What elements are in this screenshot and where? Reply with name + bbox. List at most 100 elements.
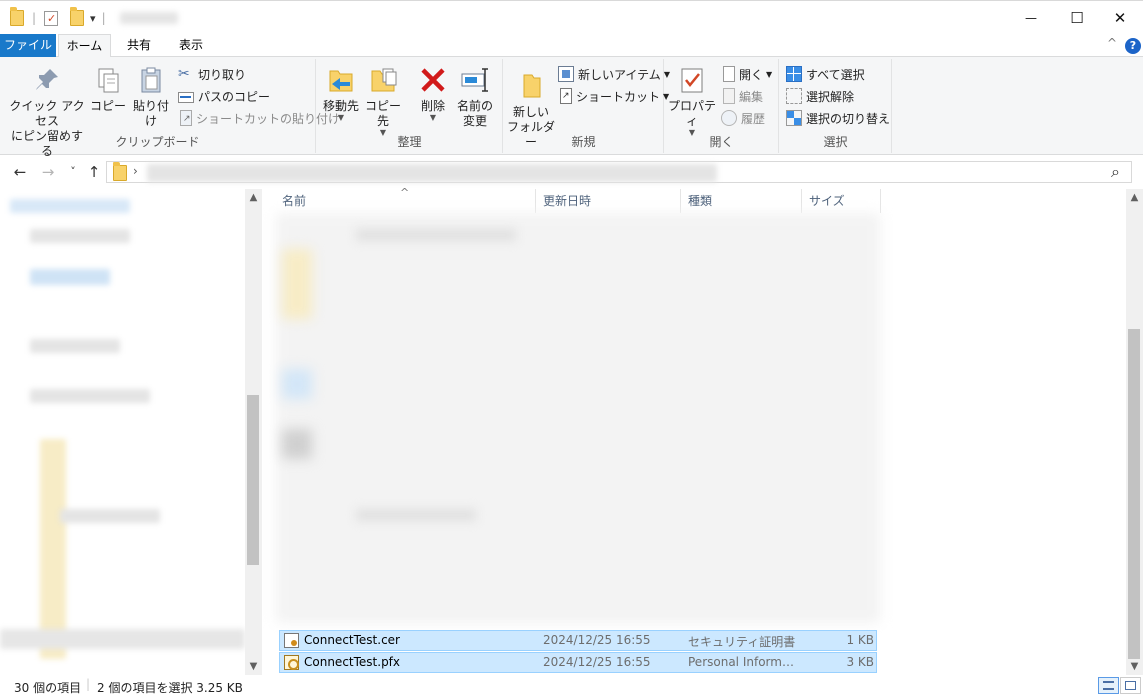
forward-button[interactable]: → xyxy=(38,162,58,182)
new-folder-icon xyxy=(516,71,546,101)
column-header-type[interactable]: 種類 xyxy=(682,189,802,213)
file-type: セキュリティ証明書 xyxy=(688,635,796,649)
history-icon xyxy=(721,110,737,126)
new-group: 新しい フォルダー 新しいアイテム ▼ ↗ ショートカット ▼ 新規 xyxy=(504,59,670,153)
chevron-down-icon: ▼ xyxy=(766,69,773,79)
delete-button[interactable]: 削除 ▼ xyxy=(413,65,453,122)
properties-check-icon[interactable]: ✓ xyxy=(44,10,59,26)
file-modified: 2024/12/25 16:55 xyxy=(543,633,651,647)
scroll-thumb[interactable] xyxy=(247,395,259,565)
open-button[interactable]: 開く ▼ xyxy=(721,65,772,83)
customize-toolbar-dropdown[interactable]: ▾ xyxy=(90,12,96,25)
history-label: 履歴 xyxy=(741,111,766,126)
nav-tree-redacted xyxy=(30,229,130,243)
details-view-button[interactable] xyxy=(1098,677,1119,694)
navigation-bar: ← → ˅ ↑ › ⌕ xyxy=(0,156,1143,189)
scroll-up-arrow[interactable]: ▲ xyxy=(245,189,262,206)
toolbar-separator: | xyxy=(101,11,106,25)
search-icon[interactable]: ⌕ xyxy=(1111,162,1120,182)
select-group: すべて選択 選択解除 選択の切り替え 選択 xyxy=(780,59,892,153)
table-row[interactable]: ConnectTest.pfx 2024/12/25 16:55 Persona… xyxy=(279,652,877,673)
paste-button[interactable]: 貼り付け xyxy=(128,65,174,129)
properties-button[interactable]: プロパティ ▼ xyxy=(667,65,717,137)
select-none-button[interactable]: 選択解除 xyxy=(786,87,854,105)
nav-tree-redacted xyxy=(30,269,110,285)
delete-x-icon xyxy=(418,65,448,95)
table-row[interactable]: ConnectTest.cer 2024/12/25 16:55 セキュリティ証… xyxy=(279,630,877,651)
open-file-icon xyxy=(723,66,735,82)
back-button[interactable]: ← xyxy=(10,162,30,182)
folder-icon xyxy=(10,7,24,26)
column-header-name[interactable]: 名前 ^ xyxy=(276,186,536,213)
forward-arrow-icon: → xyxy=(41,163,55,181)
cut-button[interactable]: ✂ 切り取り xyxy=(178,65,246,83)
large-icons-view-button[interactable] xyxy=(1120,677,1141,694)
tab-share[interactable]: 共有 xyxy=(115,34,163,57)
nav-tree-redacted xyxy=(60,509,160,523)
copy-path-button[interactable]: パスのコピー xyxy=(178,87,270,105)
recent-locations-button[interactable]: ˅ xyxy=(63,162,83,182)
window-title-redacted xyxy=(120,12,178,24)
title-bar: | ✓ ▾ | — ☐ ✕ xyxy=(0,0,1143,34)
file-list-pane[interactable]: 名前 ^ 更新日時 種類 サイズ ConnectTest.cer 2024/12… xyxy=(276,186,1126,675)
open-group-label: 開く xyxy=(709,135,734,149)
column-header-modified[interactable]: 更新日時 xyxy=(537,189,681,213)
copy-icon xyxy=(93,65,123,95)
select-all-button[interactable]: すべて選択 xyxy=(786,65,865,83)
tab-view[interactable]: 表示 xyxy=(167,34,215,57)
copy-button[interactable]: コピー xyxy=(90,65,126,114)
scroll-thumb[interactable] xyxy=(1128,329,1140,659)
open-group: プロパティ ▼ 開く ▼ 編集 履歴 開く xyxy=(665,59,779,153)
invert-selection-button[interactable]: 選択の切り替え xyxy=(786,109,890,127)
column-header-size[interactable]: サイズ xyxy=(803,189,881,213)
collapse-ribbon-icon[interactable]: ^ xyxy=(1107,36,1117,50)
navigation-pane[interactable]: ▲ ▼ xyxy=(0,189,262,675)
nav-tree-redacted xyxy=(30,339,120,353)
easy-access-button[interactable]: ↗ ショートカット ▼ xyxy=(558,87,669,105)
file-modified: 2024/12/25 16:55 xyxy=(543,655,651,669)
new-item-button[interactable]: 新しいアイテム ▼ xyxy=(558,65,670,83)
move-to-label: 移動先 xyxy=(322,99,359,113)
edit-button[interactable]: 編集 xyxy=(721,87,763,105)
address-bar[interactable]: › ⌕ xyxy=(106,161,1132,183)
delete-label: 削除 xyxy=(420,99,445,113)
file-type: Personal Informati... xyxy=(688,655,800,669)
file-list-scrollbar[interactable]: ▲ ▼ xyxy=(1126,189,1143,675)
properties-check-icon xyxy=(677,65,707,95)
pfx-key-icon xyxy=(284,655,299,670)
scroll-down-arrow[interactable]: ▼ xyxy=(1126,658,1143,675)
tab-home[interactable]: ホーム xyxy=(58,34,111,58)
paste-shortcut-icon: ↗ xyxy=(180,110,192,126)
invert-selection-label: 選択の切り替え xyxy=(806,111,891,126)
close-button[interactable]: ✕ xyxy=(1097,1,1143,35)
select-all-label: すべて選択 xyxy=(806,67,865,82)
help-icon[interactable]: ? xyxy=(1125,38,1141,54)
new-folder-icon[interactable] xyxy=(70,7,85,26)
shortcut-icon: ↗ xyxy=(560,88,572,104)
close-icon: ✕ xyxy=(1113,9,1127,27)
shortcut-label: ショートカット xyxy=(576,89,661,104)
column-type-label: 種類 xyxy=(688,194,713,208)
history-button[interactable]: 履歴 xyxy=(721,109,765,127)
file-list-redacted xyxy=(356,229,516,241)
breadcrumb-redacted xyxy=(147,164,717,182)
minimize-button[interactable]: — xyxy=(1008,1,1054,35)
back-arrow-icon: ← xyxy=(13,163,27,181)
scroll-up-arrow[interactable]: ▲ xyxy=(1126,189,1143,206)
scroll-down-arrow[interactable]: ▼ xyxy=(245,658,262,675)
up-button[interactable]: ↑ xyxy=(84,162,104,182)
maximize-button[interactable]: ☐ xyxy=(1054,1,1100,35)
tab-file[interactable]: ファイル xyxy=(0,34,56,57)
move-to-button[interactable]: 移動先 ▼ xyxy=(319,65,363,122)
nav-tree-redacted xyxy=(30,389,150,403)
copy-to-button[interactable]: コピー先 ▼ xyxy=(361,65,405,137)
paste-shortcut-button[interactable]: ↗ ショートカットの貼り付け xyxy=(178,109,340,127)
paste-icon xyxy=(136,65,166,95)
rename-button[interactable]: 名前の 変更 xyxy=(455,65,495,129)
file-list-redacted xyxy=(282,429,312,459)
ribbon-tabs: ファイル ホーム 共有 表示 xyxy=(0,34,1143,58)
organize-group: 移動先 ▼ コピー先 ▼ 削除 ▼ 名前の 変更 整理 xyxy=(317,59,503,153)
navigation-pane-scrollbar[interactable]: ▲ ▼ xyxy=(245,189,262,675)
rename-label-1: 名前の xyxy=(456,99,493,113)
file-size: 1 KB xyxy=(846,633,874,647)
